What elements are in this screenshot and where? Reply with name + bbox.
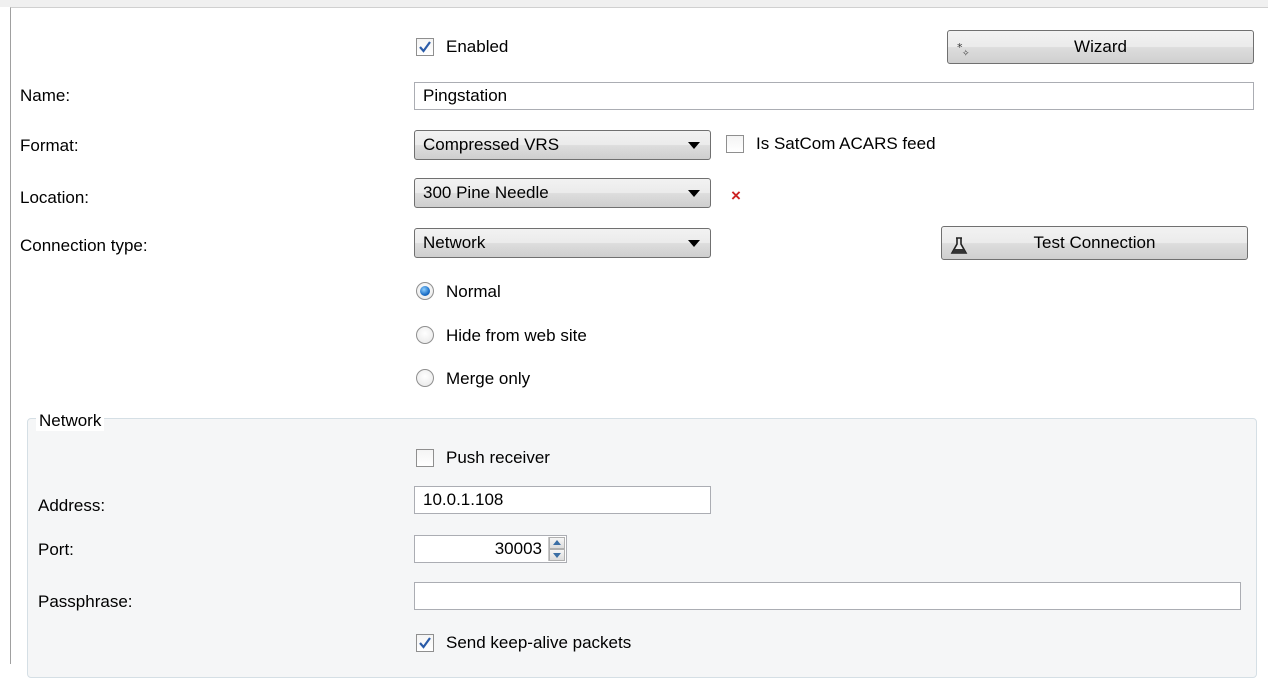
radio-merge-only-label: Merge only [446, 369, 531, 388]
keep-alive-checkbox[interactable] [416, 634, 434, 652]
chevron-down-icon [688, 142, 700, 149]
wand-sparkle-icon: * ✧ [956, 38, 974, 70]
enabled-label: Enabled [446, 37, 509, 56]
location-select-value: 300 Pine Needle [423, 183, 549, 202]
radio-normal-label: Normal [446, 282, 501, 301]
format-select-value: Compressed VRS [423, 135, 560, 154]
keep-alive-label: Send keep-alive packets [446, 633, 632, 652]
test-connection-button-label: Test Connection [1033, 233, 1156, 252]
radio-merge-only[interactable] [416, 369, 434, 387]
svg-text:✧: ✧ [962, 49, 970, 59]
window-top-strip [0, 0, 1268, 7]
location-label: Location: [20, 188, 89, 207]
test-connection-button[interactable]: Test Connection [941, 226, 1248, 260]
push-receiver-label: Push receiver [446, 448, 550, 467]
chevron-down-icon [688, 240, 700, 247]
connection-type-select-value: Network [423, 233, 486, 252]
connection-type-label: Connection type: [20, 236, 148, 255]
stepper-down-icon[interactable] [549, 549, 565, 561]
stepper-up-icon[interactable] [549, 537, 565, 549]
format-label: Format: [20, 136, 79, 155]
format-select[interactable]: Compressed VRS [414, 130, 711, 160]
network-groupbox [27, 418, 1257, 678]
location-select[interactable]: 300 Pine Needle [414, 178, 711, 208]
satcom-checkbox[interactable] [726, 135, 744, 153]
port-stepper-buttons [548, 537, 565, 561]
flask-icon [950, 234, 968, 266]
address-input[interactable]: 10.0.1.108 [414, 486, 711, 514]
connection-type-select[interactable]: Network [414, 228, 711, 258]
enabled-checkbox[interactable] [416, 38, 434, 56]
check-icon [419, 41, 431, 53]
clear-location-icon[interactable]: × [731, 186, 741, 206]
name-label: Name: [20, 86, 71, 105]
passphrase-input[interactable] [414, 582, 1241, 610]
port-label: Port: [38, 540, 74, 559]
radio-normal[interactable] [416, 282, 434, 300]
radio-hide-label: Hide from web site [446, 326, 587, 345]
address-label: Address: [38, 496, 106, 515]
wizard-button[interactable]: * ✧ Wizard [947, 30, 1254, 64]
wizard-button-label: Wizard [1074, 37, 1127, 56]
check-icon [419, 637, 431, 649]
satcom-label: Is SatCom ACARS feed [756, 134, 936, 153]
radio-hide-from-web-site[interactable] [416, 326, 434, 344]
network-group-title: Network [36, 411, 105, 431]
name-input[interactable]: Pingstation [414, 82, 1254, 110]
passphrase-label: Passphrase: [38, 592, 133, 611]
chevron-down-icon [688, 190, 700, 197]
port-value: 30003 [494, 539, 542, 558]
port-stepper[interactable]: 30003 [414, 535, 567, 563]
push-receiver-checkbox[interactable] [416, 449, 434, 467]
